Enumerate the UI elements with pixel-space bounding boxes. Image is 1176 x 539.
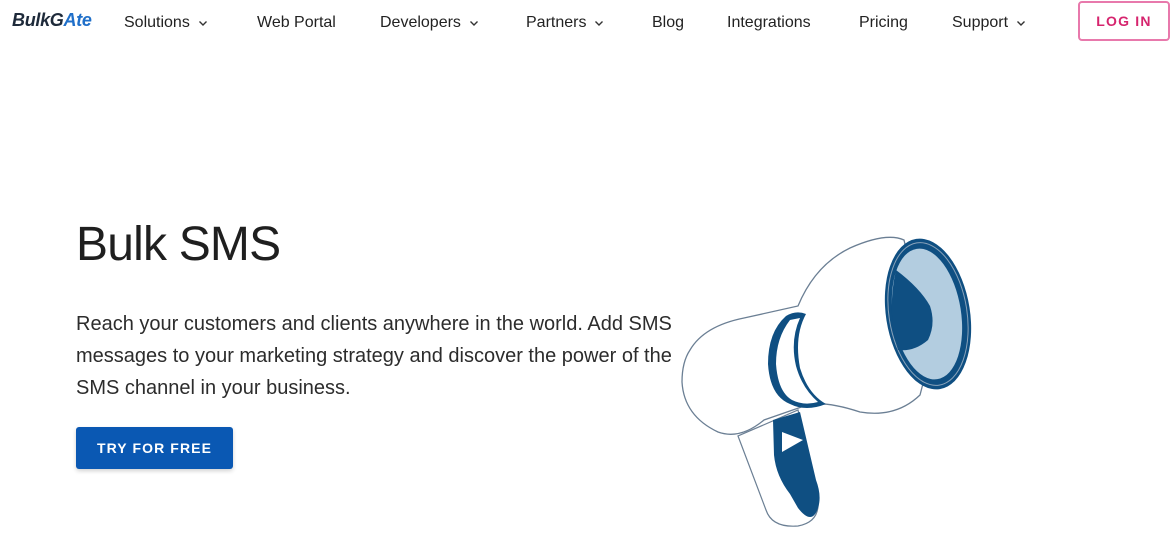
- try-for-free-button[interactable]: TRY FOR FREE: [76, 427, 233, 469]
- login-button[interactable]: LOG IN: [1078, 1, 1170, 41]
- nav-item-web-portal[interactable]: Web Portal: [257, 12, 336, 34]
- bulkgate-logo[interactable]: BulkGAte: [12, 10, 92, 31]
- nav-item-label: Developers: [380, 14, 461, 31]
- nav-item-developers[interactable]: Developers: [380, 12, 479, 34]
- nav-item-label: Blog: [652, 14, 685, 31]
- chevron-down-icon: [595, 21, 604, 26]
- hero-description: Reach your customers and clients anywher…: [76, 313, 672, 399]
- nav-item-blog[interactable]: Blog: [652, 12, 684, 34]
- nav-item-label: Partners: [526, 14, 587, 31]
- nav-item-integrations[interactable]: Integrations: [727, 12, 811, 34]
- logo-text-end: te: [76, 10, 92, 30]
- chevron-down-icon: [469, 21, 478, 26]
- nav-item-label: Web Portal: [257, 14, 336, 31]
- page: BulkGAte Solutions Web Portal Developers…: [0, 0, 1176, 539]
- nav-item-pricing[interactable]: Pricing: [859, 12, 908, 34]
- nav-item-label: Pricing: [859, 14, 908, 31]
- logo-text-accent: A: [63, 10, 77, 30]
- chevron-down-icon: [1017, 21, 1026, 26]
- megaphone-icon: [681, 236, 972, 527]
- nav-item-partners[interactable]: Partners: [526, 12, 604, 34]
- logo-text-start: BulkG: [12, 10, 64, 30]
- nav-item-label: Integrations: [727, 14, 811, 31]
- nav-item-solutions[interactable]: Solutions: [124, 12, 208, 34]
- nav-item-support[interactable]: Support: [952, 12, 1026, 34]
- page-title: Bulk SMS: [76, 218, 281, 271]
- nav-item-label: Solutions: [124, 14, 190, 31]
- top-navbar: BulkGAte Solutions Web Portal Developers…: [0, 0, 1176, 44]
- nav-item-label: Support: [952, 14, 1009, 31]
- chevron-down-icon: [198, 21, 207, 26]
